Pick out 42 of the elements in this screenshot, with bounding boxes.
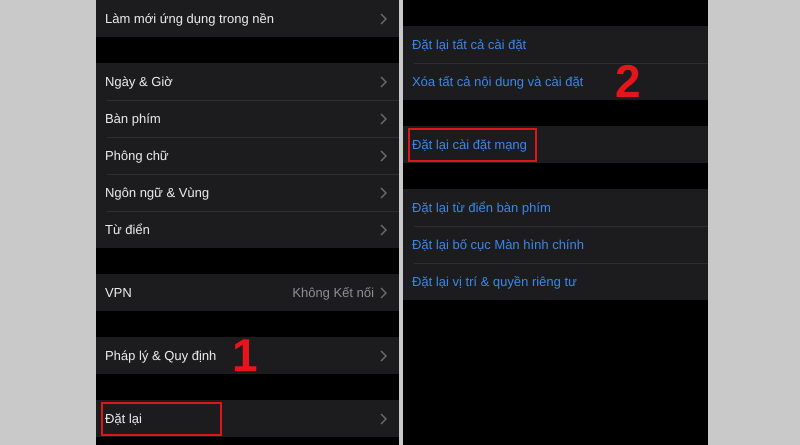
settings-row[interactable]: Đặt lại bố cục Màn hình chính [403, 226, 708, 263]
row-label: Từ điển [104, 220, 151, 238]
row-value: Không Kết nối [292, 285, 374, 300]
settings-row[interactable]: Đặt lại vị trí & quyền riêng tư [403, 263, 708, 300]
row-label: Đặt lại [101, 402, 222, 436]
settings-row[interactable]: Làm mới ứng dụng trong nền [96, 0, 399, 37]
chevron-icon [380, 112, 387, 124]
row-label: Ngôn ngữ & Vùng [104, 184, 210, 202]
chevron-icon [380, 76, 387, 88]
chevron-icon [380, 350, 387, 362]
settings-row[interactable]: Đặt lại từ điển bàn phím [403, 189, 708, 226]
row-label: Ngày & Giờ [104, 72, 174, 91]
row-label: Đặt lại tất cả cài đặt [411, 36, 528, 54]
settings-row[interactable]: Đặt lại [96, 400, 399, 437]
settings-row[interactable]: VPN Không Kết nối [96, 274, 399, 311]
settings-row[interactable]: Bàn phím [96, 100, 399, 137]
settings-row[interactable]: Xóa tất cả nội dung và cài đặt 2 [403, 63, 708, 100]
row-label: Đặt lại từ điển bàn phím [411, 198, 552, 217]
row-label: Đặt lại bố cục Màn hình chính [411, 236, 585, 254]
settings-row[interactable]: Pháp lý & Quy định 1 [96, 337, 399, 374]
settings-row[interactable]: Đặt lại tất cả cài đặt [403, 26, 708, 63]
chevron-icon [380, 150, 387, 162]
row-label: Bàn phím [104, 110, 162, 128]
settings-row[interactable]: Phông chữ [96, 137, 399, 174]
settings-row[interactable]: Từ điển [96, 211, 399, 248]
row-label: Đặt lại cài đặt mạng [408, 128, 537, 162]
chevron-icon [380, 224, 387, 236]
settings-row[interactable]: Ngày & Giờ [96, 63, 399, 100]
step-number: 1 [232, 337, 258, 374]
row-label: Làm mới ứng dụng trong nền [104, 10, 275, 28]
chevron-icon [380, 286, 387, 298]
step-number: 2 [615, 63, 641, 100]
row-label: Phông chữ [104, 146, 170, 165]
row-label: VPN [104, 284, 133, 302]
chevron-icon [380, 12, 387, 24]
row-label: Pháp lý & Quy định [104, 346, 218, 365]
row-label: Xóa tất cả nội dung và cài đặt [411, 72, 584, 91]
row-label: Đặt lại vị trí & quyền riêng tư [411, 272, 578, 291]
chevron-icon [380, 412, 387, 424]
settings-row[interactable]: Ngôn ngữ & Vùng [96, 174, 399, 211]
chevron-icon [380, 186, 387, 198]
settings-row[interactable]: Đặt lại cài đặt mạng [403, 126, 708, 163]
